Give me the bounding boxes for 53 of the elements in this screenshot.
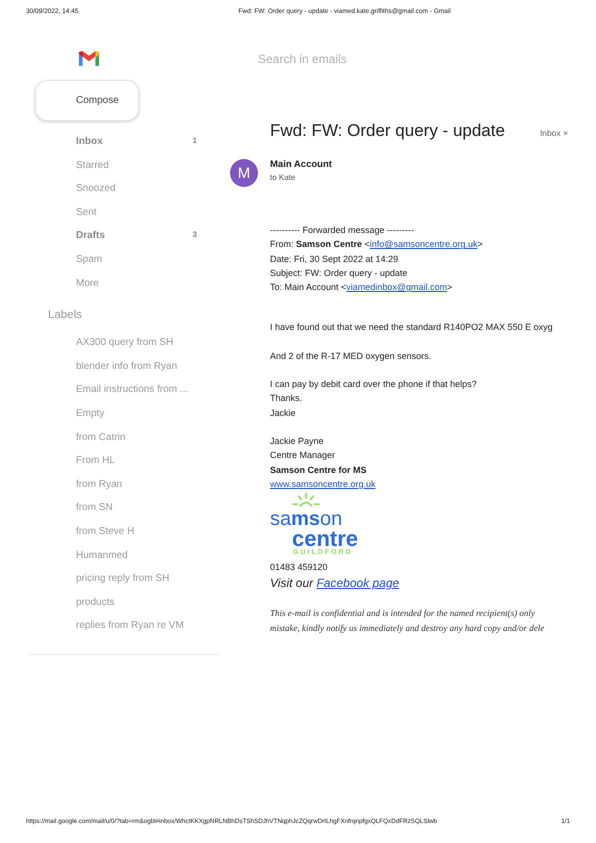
disclaimer-line: mistake, kindly notify us immediately and destroy any hard copy and/or dele	[270, 622, 546, 635]
email-link[interactable]: info@samsoncentre.org.uk	[370, 239, 478, 250]
label-item[interactable]: Email instructions from ...	[76, 384, 230, 408]
signature-line: Centre Manager	[270, 449, 336, 462]
label-item[interactable]: from Steve H	[76, 526, 230, 550]
signature-line: Jackie Payne	[270, 434, 325, 448]
forwarded-line: Subject: FW: Order query - update	[270, 266, 408, 280]
recipient-line: to Kate	[270, 173, 296, 182]
logo-text: centre	[292, 529, 360, 550]
label-item[interactable]: From HL	[76, 455, 230, 479]
label-item[interactable]: from Ryan	[76, 478, 230, 502]
mail-logo-icon[interactable]	[78, 50, 100, 67]
facebook-line: Visit our Facebook page	[270, 575, 400, 592]
label-item[interactable]: pricing reply from SH	[76, 573, 230, 597]
signature-line: Samson Centre for MS	[270, 464, 368, 477]
forwarded-line: From: Samson Centre <info@samsoncentre.org.uk>	[270, 238, 484, 252]
label-item[interactable]: from SN	[76, 502, 230, 526]
folder-item[interactable]: Starred	[76, 160, 197, 184]
avatar: M	[230, 159, 258, 187]
label-item[interactable]: AX300 query from SH	[76, 337, 230, 361]
message-line: Jackie	[270, 406, 297, 420]
label-item[interactable]: replies from Ryan re VM	[76, 620, 230, 644]
inbox-tag[interactable]: Inbox ×	[540, 128, 568, 138]
label-item[interactable]: blender info from Ryan	[76, 360, 230, 384]
search-field[interactable]: Search in emails	[258, 52, 498, 66]
label-item[interactable]: Empty	[76, 408, 230, 432]
folder-item[interactable]: More	[76, 278, 197, 302]
label-item[interactable]: products	[76, 596, 230, 620]
logo-text: samson	[270, 509, 344, 530]
email-subject: Fwd: FW: Order query - update	[270, 121, 505, 141]
forwarded-line: Date: Fri, 30 Sept 2022 at 14:29	[270, 252, 400, 266]
labels-heading: Labels	[48, 309, 83, 324]
website-link[interactable]: www.samsoncentre.org.uk	[270, 478, 376, 489]
label-item[interactable]: from Catrin	[76, 432, 230, 456]
forwarded-line: To: Main Account <viamedinbox@gmail.com>	[270, 281, 454, 294]
compose-button[interactable]: Compose	[35, 80, 139, 121]
facebook-link[interactable]: Facebook page	[316, 576, 400, 590]
sender-name: Main Account	[270, 159, 332, 170]
folder-item[interactable]: Inbox 1	[76, 136, 197, 160]
folder-item[interactable]: Spam	[76, 254, 197, 278]
folder-item[interactable]: Drafts 3	[76, 230, 197, 254]
message-line: Thanks.	[270, 392, 304, 406]
message-line: I have found out that we need the standard R140PO2 MAX 550 E oxyg	[270, 321, 554, 334]
forwarded-line: ---------- Forwarded message ---------	[270, 224, 415, 237]
message-line: I can pay by debit card over the phone if that helps?	[270, 378, 478, 392]
message-line: And 2 of the R-17 MED oxygen sensors.	[270, 350, 432, 363]
sun-rays-icon	[290, 493, 322, 510]
folder-item[interactable]: Sent	[76, 206, 197, 230]
folder-item[interactable]: Snoozed	[76, 183, 197, 207]
label-item[interactable]: Humanmed	[76, 550, 230, 574]
disclaimer-line: This e-mail is confidential and is intended for the named recipient(s) only	[270, 607, 536, 620]
email-link[interactable]: viamedinbox@gmail.com	[346, 282, 447, 292]
signature-line: 01483 459120	[270, 561, 329, 574]
